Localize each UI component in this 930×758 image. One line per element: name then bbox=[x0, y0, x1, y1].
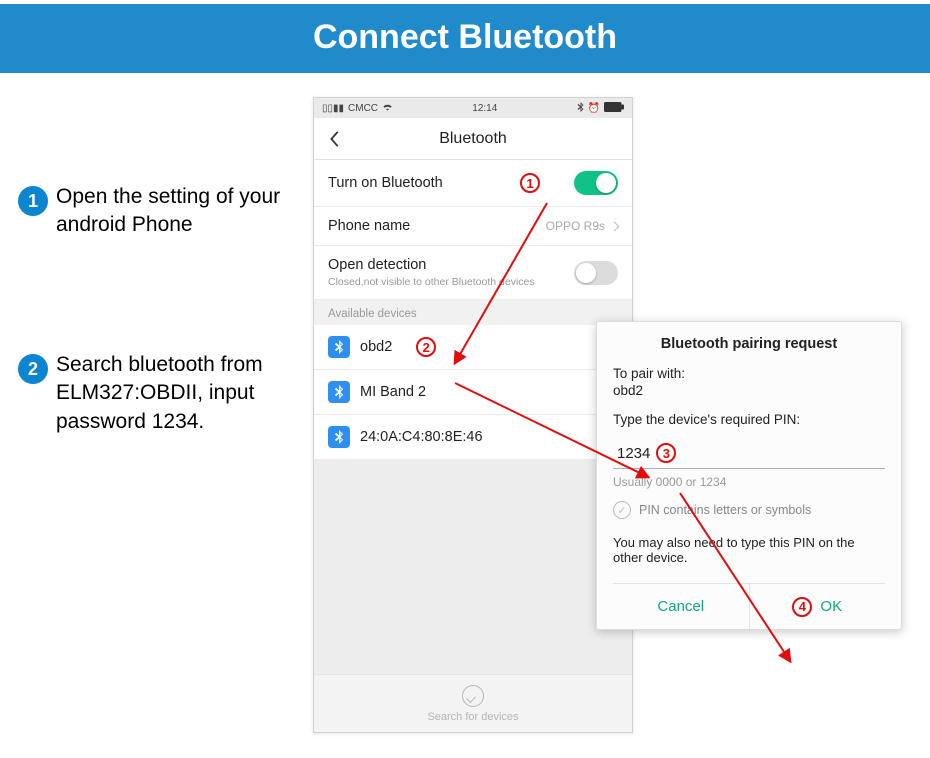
dialog-title: Bluetooth pairing request bbox=[613, 336, 885, 352]
phone-name-value: OPPO R9s bbox=[546, 219, 605, 233]
checkbox-label: PIN contains letters or symbols bbox=[639, 503, 811, 517]
bluetooth-icon bbox=[328, 381, 350, 403]
to-pair-label: To pair with: bbox=[613, 366, 885, 381]
bluetooth-toggle[interactable] bbox=[574, 171, 618, 195]
check-icon: ✓ bbox=[613, 501, 631, 519]
device-row-obd2[interactable]: obd2 2 bbox=[314, 325, 632, 370]
navbar: Bluetooth bbox=[314, 118, 632, 160]
search-devices-button[interactable]: Search for devices bbox=[314, 674, 632, 732]
clock-label: 12:14 bbox=[472, 103, 497, 114]
refresh-icon bbox=[462, 685, 484, 707]
bluetooth-icon bbox=[328, 426, 350, 448]
instruction-step-1: 1 Open the setting of your android Phone bbox=[18, 183, 296, 240]
detection-toggle[interactable] bbox=[574, 261, 618, 285]
carrier-label: CMCC bbox=[348, 103, 378, 114]
page-banner: Connect Bluetooth bbox=[0, 4, 930, 73]
row-label: Turn on Bluetooth bbox=[328, 175, 443, 191]
device-row-mac[interactable]: 24:0A:C4:80:8E:46 bbox=[314, 415, 632, 460]
phone-frame: ▯▯▮▮ CMCC 12:14 ⏰ Bluetooth bbox=[313, 97, 633, 733]
back-button[interactable] bbox=[314, 118, 356, 160]
pin-value: 1234 bbox=[617, 445, 650, 462]
footer-label: Search for devices bbox=[427, 711, 518, 723]
row-label: Phone name bbox=[328, 218, 410, 234]
device-name: obd2 bbox=[360, 339, 392, 355]
ok-button[interactable]: 4 OK bbox=[749, 584, 886, 629]
instruction-step-2: 2 Search bluetooth from ELM327:OBDII, in… bbox=[18, 351, 296, 436]
dialog-actions: Cancel 4 OK bbox=[613, 583, 885, 629]
available-devices-header: Available devices bbox=[314, 300, 632, 325]
device-name: 24:0A:C4:80:8E:46 bbox=[360, 429, 483, 445]
bluetooth-icon bbox=[328, 336, 350, 358]
marker-4: 4 bbox=[792, 597, 812, 617]
device-name: MI Band 2 bbox=[360, 384, 426, 400]
stage: 1 Open the setting of your android Phone… bbox=[0, 73, 930, 743]
step-bullet: 1 bbox=[18, 186, 48, 216]
bluetooth-status-icon bbox=[577, 102, 584, 115]
marker-2: 2 bbox=[416, 337, 436, 357]
pin-input[interactable]: 1234 3 bbox=[613, 437, 885, 469]
step-bullet: 2 bbox=[18, 354, 48, 384]
dialog-note: You may also need to type this PIN on th… bbox=[613, 535, 885, 565]
banner-title: Connect Bluetooth bbox=[313, 18, 617, 56]
pin-letters-checkbox[interactable]: ✓ PIN contains letters or symbols bbox=[613, 501, 885, 519]
to-pair-value: obd2 bbox=[613, 383, 885, 398]
status-bar: ▯▯▮▮ CMCC 12:14 ⏰ bbox=[314, 98, 632, 118]
battery-icon bbox=[604, 102, 624, 115]
device-row-miband[interactable]: MI Band 2 bbox=[314, 370, 632, 415]
signal-icon: ▯▯▮▮ bbox=[322, 103, 344, 114]
page-title: Bluetooth bbox=[314, 130, 632, 148]
step-text: Search bluetooth from ELM327:OBDII, inpu… bbox=[56, 351, 296, 436]
type-pin-label: Type the device's required PIN: bbox=[613, 412, 885, 427]
bluetooth-toggle-row[interactable]: Turn on Bluetooth 1 bbox=[314, 160, 632, 207]
open-detection-row[interactable]: Open detection Closed,not visible to oth… bbox=[314, 246, 632, 300]
pairing-dialog: Bluetooth pairing request To pair with: … bbox=[596, 321, 902, 630]
marker-1: 1 bbox=[520, 173, 540, 193]
step-text: Open the setting of your android Phone bbox=[56, 183, 296, 240]
phone-name-row[interactable]: Phone name OPPO R9s bbox=[314, 207, 632, 246]
pin-hint: Usually 0000 or 1234 bbox=[613, 475, 885, 489]
alarm-icon: ⏰ bbox=[588, 103, 600, 114]
phone-empty-area bbox=[314, 460, 632, 674]
row-label: Open detection bbox=[328, 257, 535, 273]
row-sublabel: Closed,not visible to other Bluetooth de… bbox=[328, 276, 535, 288]
cancel-button[interactable]: Cancel bbox=[613, 584, 749, 629]
marker-3: 3 bbox=[656, 443, 676, 463]
chevron-right-icon bbox=[610, 221, 620, 231]
wifi-icon bbox=[382, 102, 393, 114]
